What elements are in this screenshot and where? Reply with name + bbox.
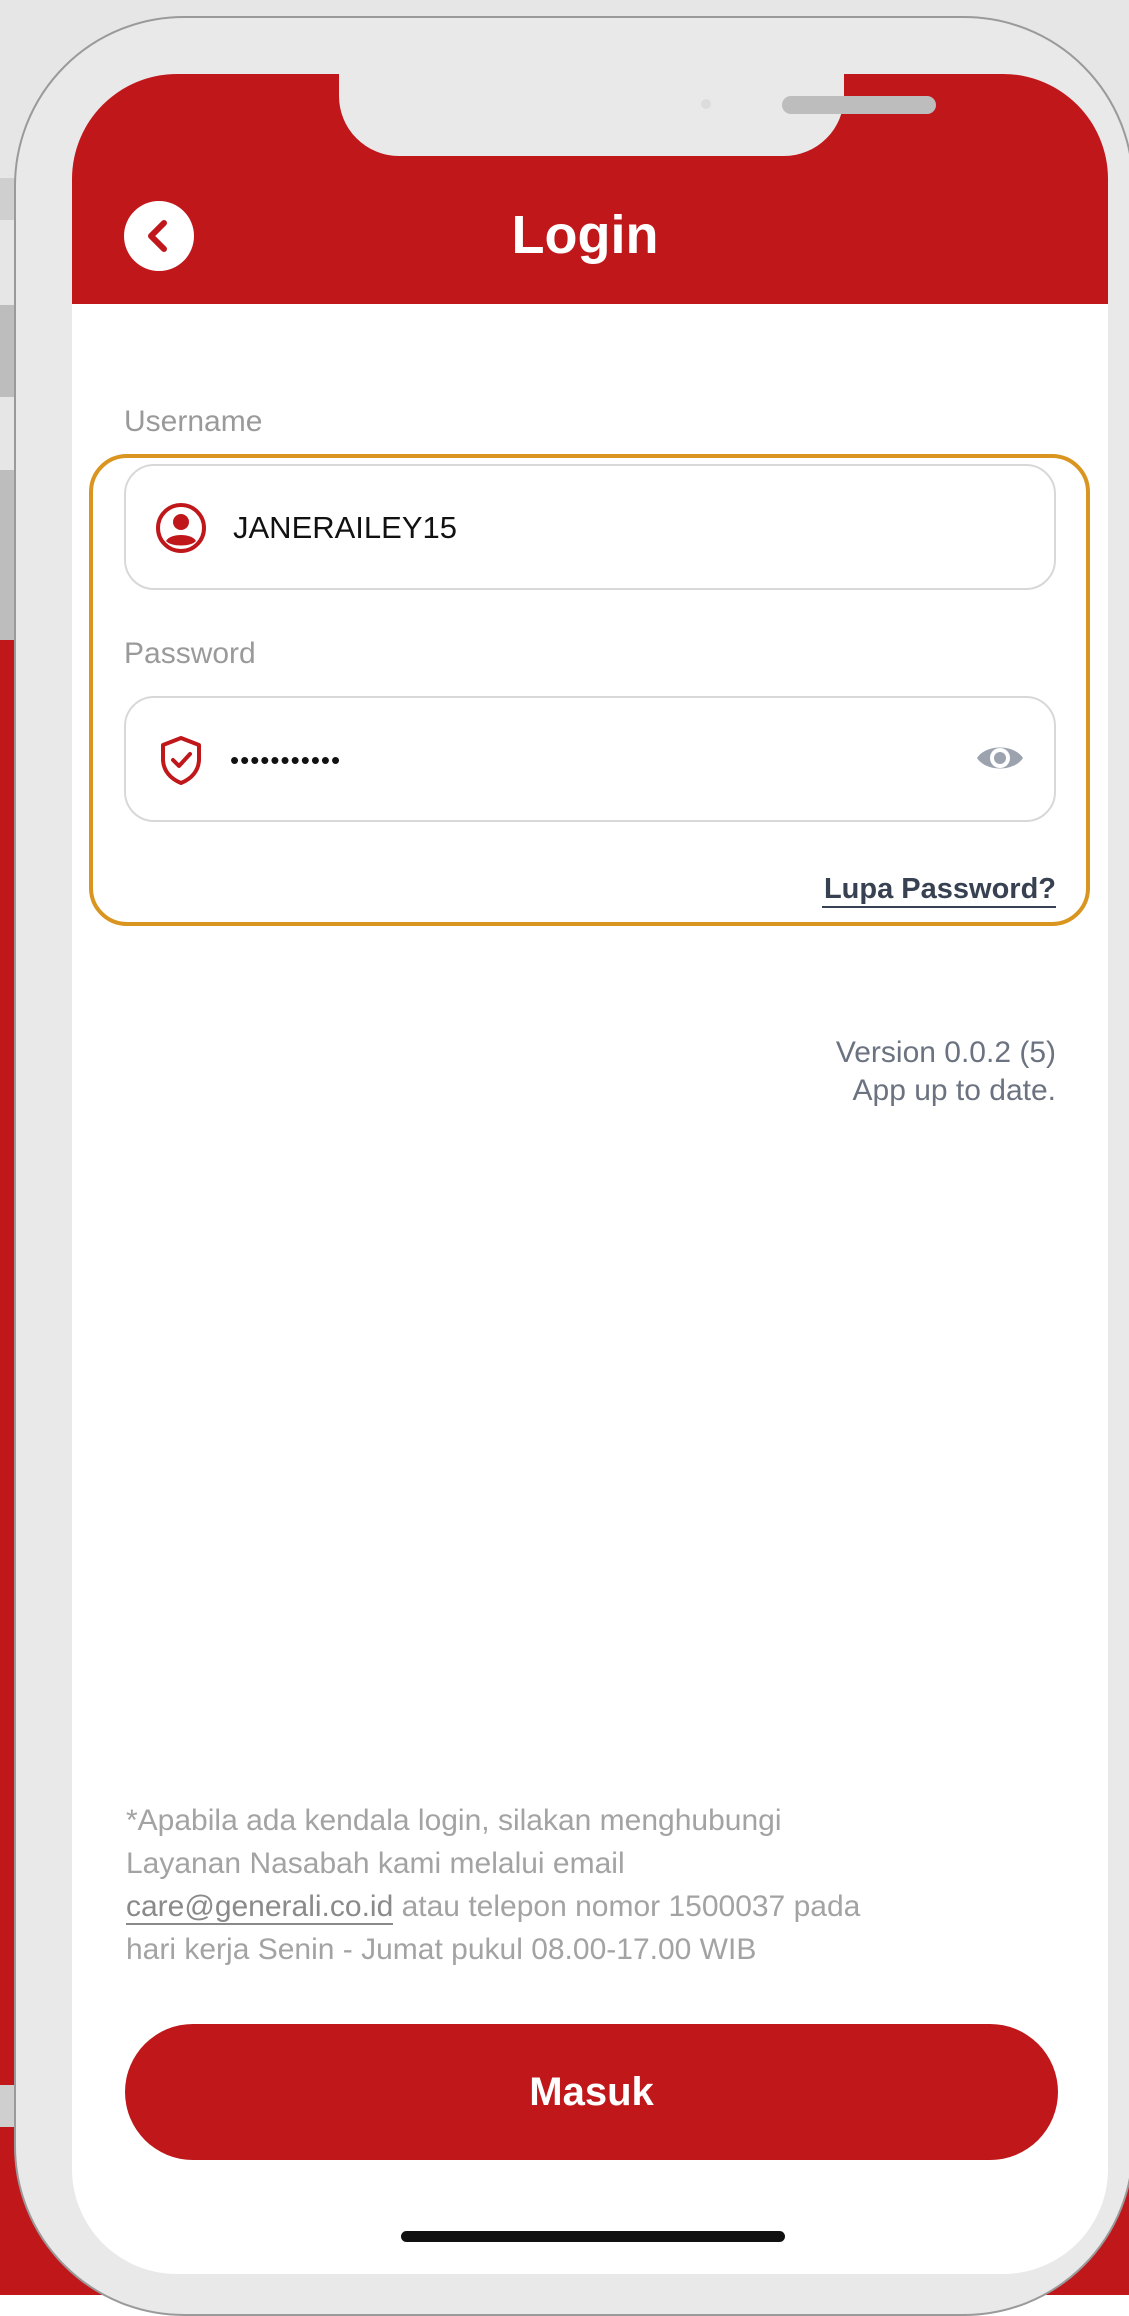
camera-dot bbox=[701, 99, 711, 109]
password-value: ••••••••••• bbox=[230, 745, 342, 775]
support-email-link[interactable]: care@generali.co.id bbox=[126, 1890, 394, 1925]
help-note-line: hari kerja Senin - Jumat pukul 08.00-17.… bbox=[126, 1933, 757, 1966]
version-status: App up to date. bbox=[852, 1074, 1057, 1107]
help-note-line: *Apabila ada kendala login, silakan meng… bbox=[126, 1804, 782, 1837]
forgot-password-link[interactable]: Lupa Password? bbox=[822, 872, 1056, 908]
help-note: *Apabila ada kendala login, silakan meng… bbox=[126, 1799, 1026, 1971]
page-title: Login bbox=[511, 205, 659, 265]
eye-icon bbox=[977, 747, 1023, 769]
login-submit-button[interactable]: Masuk bbox=[125, 2024, 1058, 2160]
password-field[interactable]: ••••••••••• bbox=[124, 696, 1056, 822]
app-screen: Login Username JANERAILEY15 Password •••… bbox=[72, 74, 1108, 2274]
help-note-phone-text: atau telepon nomor 1500037 pada bbox=[393, 1890, 861, 1923]
phone-notch bbox=[339, 74, 936, 156]
help-note-line: care@generali.co.id atau telepon nomor 1… bbox=[126, 1885, 1026, 1928]
version-info: Version 0.0.2 (5) App up to date. bbox=[572, 1034, 1056, 1110]
speaker-grille bbox=[782, 96, 936, 114]
username-field[interactable]: JANERAILEY15 bbox=[124, 464, 1056, 590]
help-note-line: Layanan Nasabah kami melalui email bbox=[126, 1847, 625, 1880]
show-password-toggle[interactable] bbox=[974, 738, 1026, 783]
home-indicator bbox=[401, 2231, 785, 2242]
app-header: Login bbox=[72, 74, 1108, 304]
username-label: Username bbox=[124, 405, 263, 438]
phone-frame: Login Username JANERAILEY15 Password •••… bbox=[14, 16, 1129, 2316]
password-label: Password bbox=[124, 637, 256, 670]
version-number: Version 0.0.2 (5) bbox=[835, 1036, 1056, 1069]
username-value: JANERAILEY15 bbox=[233, 510, 457, 545]
shield-check-icon bbox=[161, 736, 201, 785]
user-circle-icon bbox=[156, 503, 206, 553]
